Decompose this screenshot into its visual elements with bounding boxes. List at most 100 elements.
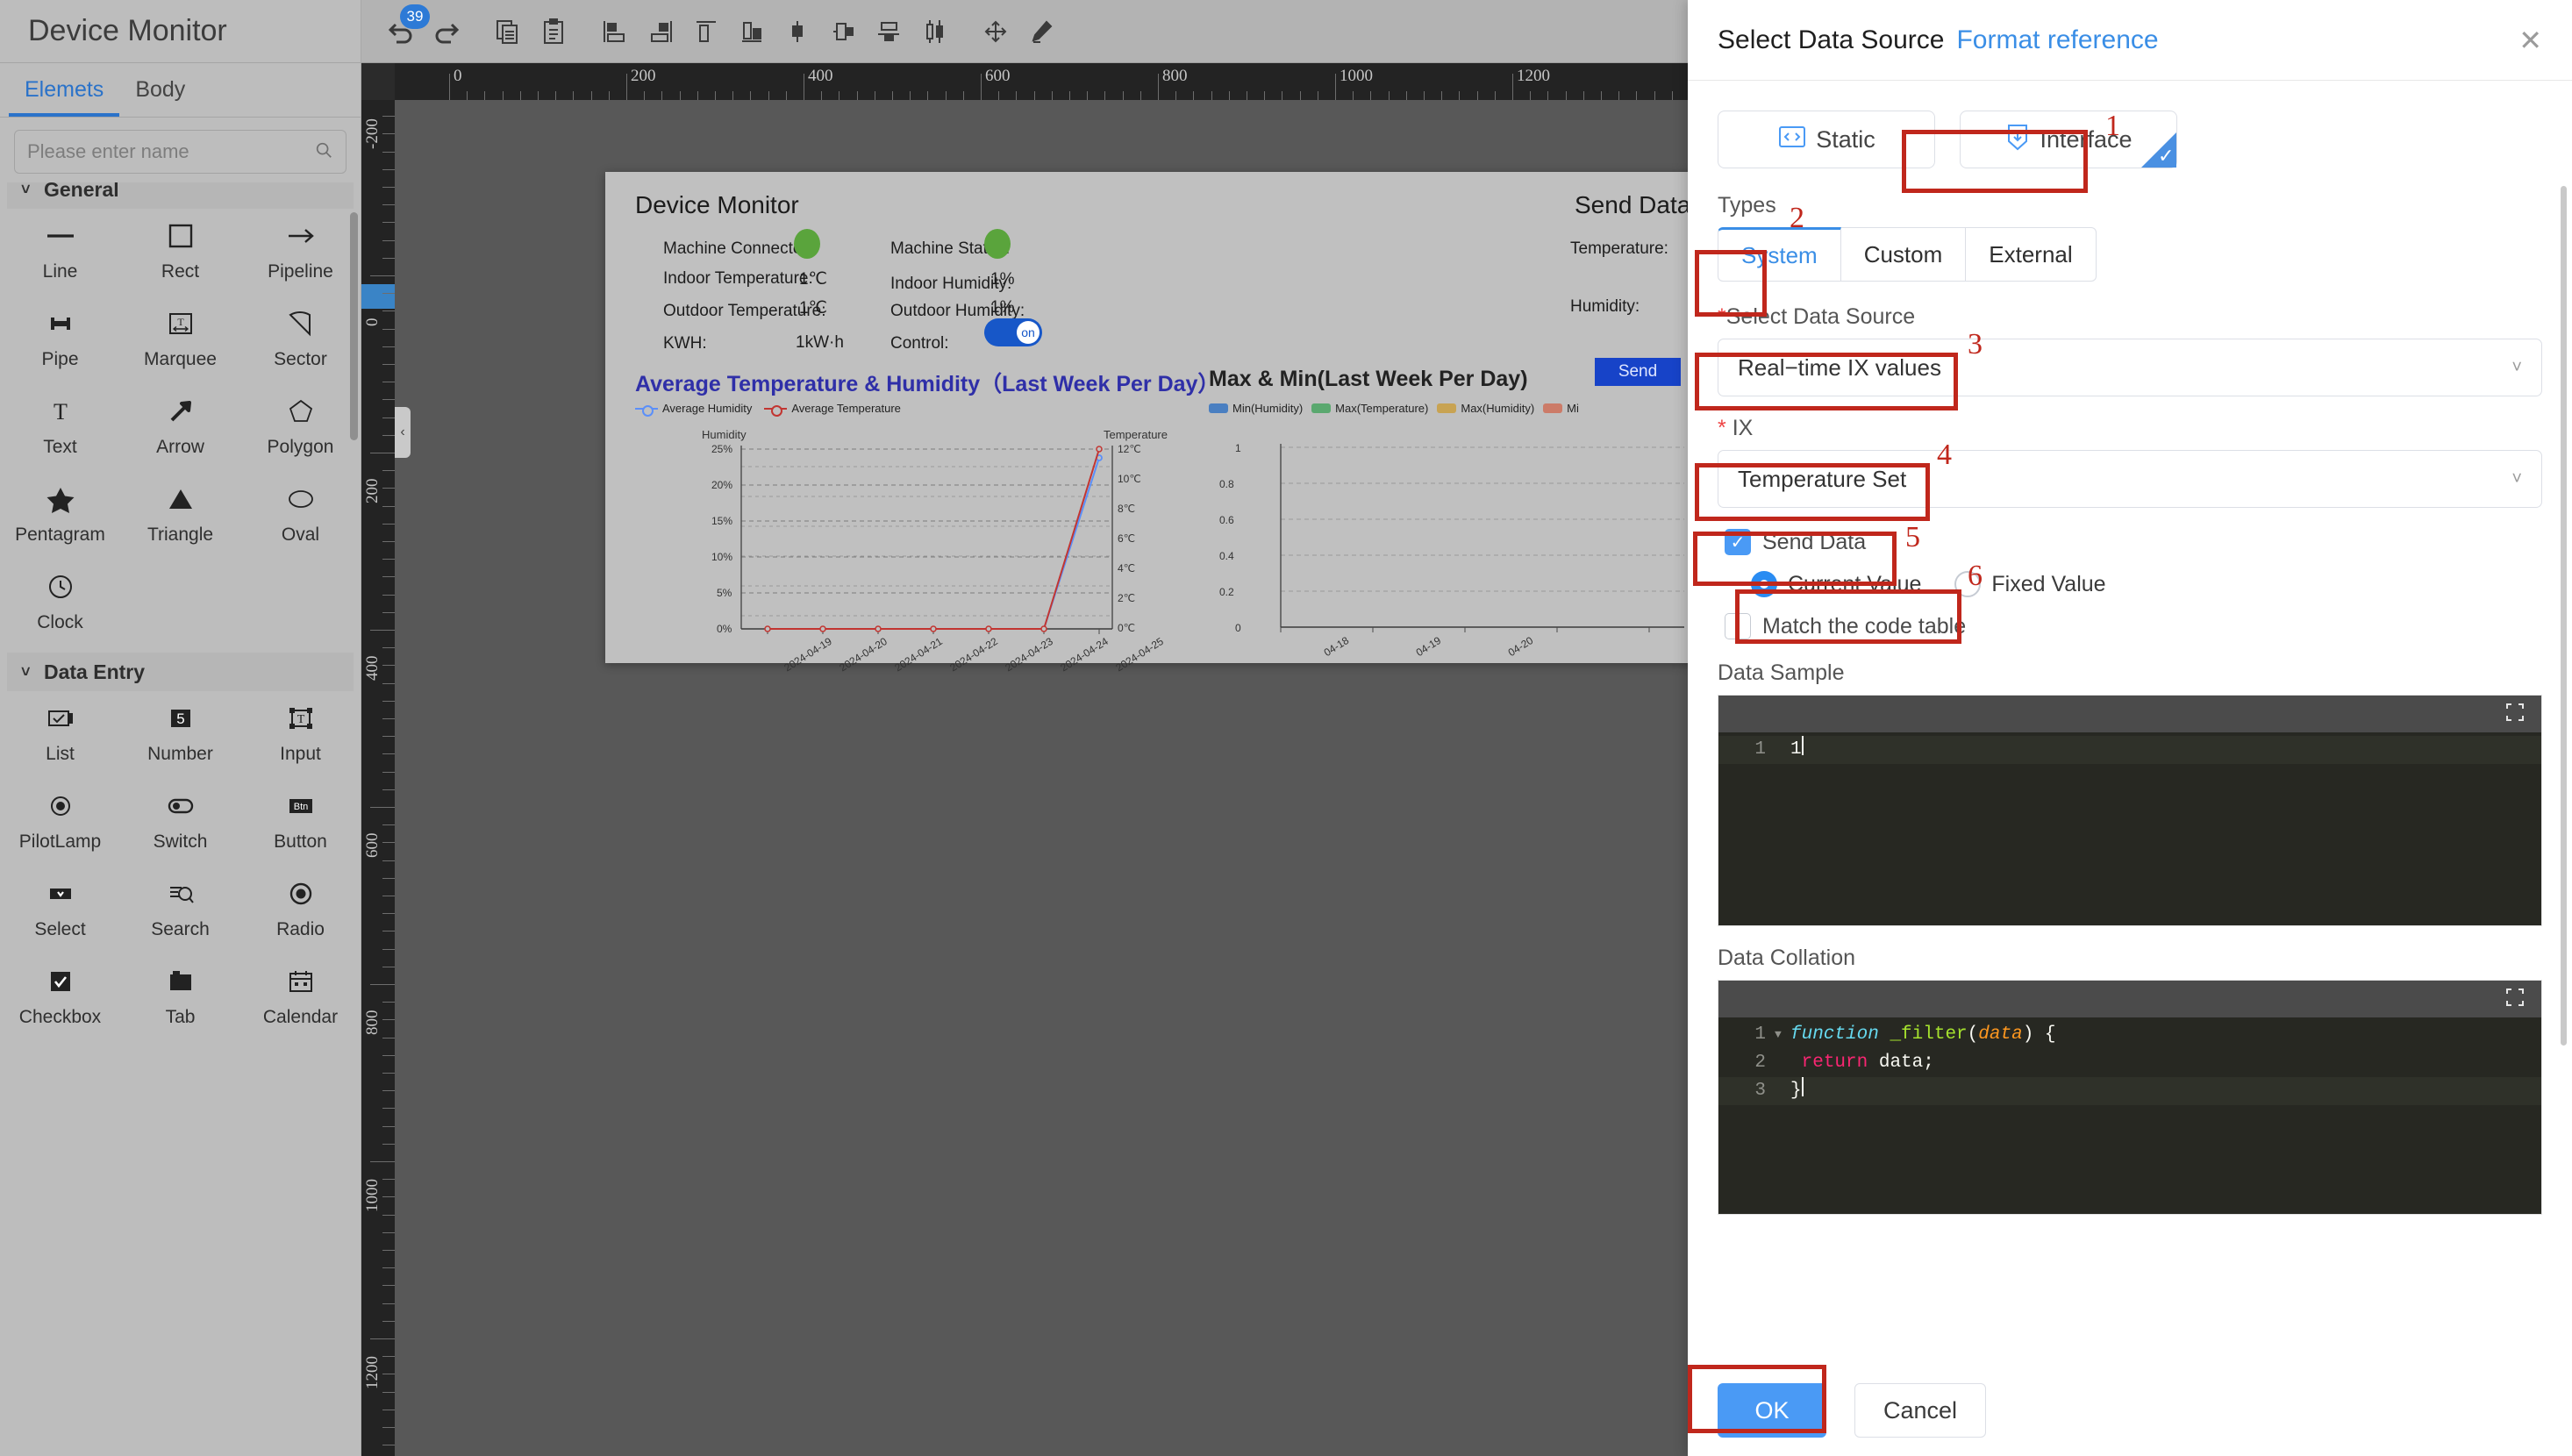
search-input[interactable] — [27, 140, 314, 163]
move-button[interactable] — [975, 11, 1016, 52]
tab-body[interactable]: Body — [119, 63, 201, 117]
expand-fullscreen-icon[interactable] — [2504, 702, 2526, 727]
legend-entry[interactable]: Min(Humidity) — [1209, 402, 1303, 415]
palette-item-tab[interactable]: Tab — [120, 954, 240, 1042]
static-source-card[interactable]: Static — [1718, 111, 1935, 168]
control-switch[interactable]: on — [984, 318, 1042, 346]
ruler-v-tick — [382, 133, 395, 135]
ruler-h-tick — [910, 91, 911, 100]
palette-item-checkbox[interactable]: Checkbox — [0, 954, 120, 1042]
align-center-horizontal-button[interactable] — [868, 11, 909, 52]
data-sample-editor[interactable]: 1 1 — [1718, 695, 2542, 926]
palette-item-oval[interactable]: Oval — [240, 472, 361, 560]
sector-icon — [282, 303, 319, 344]
match-code-table-checkbox[interactable] — [1725, 613, 1751, 639]
ruler-v-tick — [370, 1161, 395, 1162]
palette-item-radio[interactable]: Radio — [240, 867, 361, 954]
ruler-v-tick — [382, 718, 395, 719]
legend-entry[interactable]: Mi — [1543, 402, 1579, 415]
align-right-button[interactable] — [640, 11, 681, 52]
close-icon[interactable]: ✕ — [2518, 26, 2542, 54]
ruler-h-tick — [1016, 91, 1018, 100]
ix-dropdown[interactable]: Temperature Set ˅ — [1718, 450, 2542, 508]
section-header-general[interactable]: ˅ General — [7, 182, 354, 209]
ok-button[interactable]: OK — [1718, 1383, 1826, 1438]
ruler-h-tick — [679, 91, 681, 100]
align-top-button[interactable] — [686, 11, 726, 52]
palette-item-pipe[interactable]: Pipe — [0, 296, 120, 384]
palette-item-clock[interactable]: Clock — [0, 560, 120, 647]
palette-item-number[interactable]: 5 Number — [120, 691, 240, 779]
legend-entry[interactable]: Average Humidity — [635, 402, 752, 417]
palette-item-button[interactable]: Btn Button — [240, 779, 361, 867]
select-data-source-dropdown[interactable]: Real−time IX values ˅ — [1718, 339, 2542, 396]
type-system-button[interactable]: System — [1718, 227, 1841, 282]
palette-item-switch[interactable]: Switch — [120, 779, 240, 867]
search-box[interactable] — [14, 130, 347, 174]
palette-label: Button — [274, 831, 327, 852]
palette-item-sector[interactable]: Sector — [240, 296, 361, 384]
current-value-radio[interactable]: Current Value — [1751, 571, 1921, 597]
legend-entry[interactable]: Max(Humidity) — [1437, 402, 1534, 415]
data-collation-editor[interactable]: 1 ▼ function _filter(data) { 2 return da… — [1718, 980, 2542, 1215]
align-bottom-button[interactable] — [732, 11, 772, 52]
fold-arrow-icon[interactable]: ▼ — [1775, 1021, 1790, 1049]
palette-item-line[interactable]: Line — [0, 209, 120, 296]
type-custom-button[interactable]: Custom — [1840, 227, 1967, 282]
tab-elements[interactable]: Elemets — [9, 63, 120, 117]
legend-entry[interactable]: Max(Temperature) — [1311, 402, 1428, 415]
palette-item-rect[interactable]: Rect — [120, 209, 240, 296]
send-button[interactable]: Send — [1595, 358, 1681, 386]
type-external-button[interactable]: External — [1966, 227, 2097, 282]
code-line: 3 } — [1718, 1077, 2541, 1105]
panel-collapse-handle[interactable]: ‹ — [395, 407, 411, 458]
palette-label: Pipeline — [268, 261, 333, 282]
palette-item-calendar[interactable]: Calendar — [240, 954, 361, 1042]
copy-button[interactable] — [488, 11, 528, 52]
canvas-page[interactable]: Device Monitor Send Data Machine Connect… — [605, 172, 1754, 674]
ruler-v-tick — [382, 594, 395, 596]
paste-button[interactable] — [533, 11, 574, 52]
match-code-table-row[interactable]: Match the code table — [1725, 613, 2542, 639]
interface-source-card[interactable]: Interface ✓ — [1960, 111, 2177, 168]
ruler-v-tick — [382, 736, 395, 738]
palette-item-arrow[interactable]: Arrow — [120, 384, 240, 472]
ruler-h-tick — [1353, 91, 1354, 100]
pen-button[interactable] — [1021, 11, 1061, 52]
pilotlamp-icon — [42, 786, 79, 826]
data-sample-code[interactable]: 1 1 — [1718, 732, 2541, 925]
palette-scrollbar[interactable] — [350, 212, 358, 440]
palette-item-polygon[interactable]: Polygon — [240, 384, 361, 472]
send-data-checkbox-row[interactable]: ✓ Send Data — [1725, 529, 2542, 555]
legend-entry[interactable]: Average Temperature — [764, 402, 901, 417]
palette-item-marquee[interactable]: T Marquee — [120, 296, 240, 384]
dialog-scrollbar[interactable] — [2561, 186, 2567, 1046]
palette-item-triangle[interactable]: Triangle — [120, 472, 240, 560]
expand-fullscreen-icon[interactable] — [2504, 987, 2526, 1012]
field-label-kwh: KWH: — [663, 334, 707, 353]
palette-item-select[interactable]: Select — [0, 867, 120, 954]
select-data-source-label: *Select Data Source — [1718, 304, 2542, 330]
send-data-checkbox[interactable]: ✓ — [1725, 529, 1751, 555]
distribute-horizontal-button[interactable] — [823, 11, 863, 52]
palette-item-list[interactable]: List — [0, 691, 120, 779]
line-number: 2 — [1754, 1053, 1766, 1073]
align-left-button[interactable] — [595, 11, 635, 52]
palette-item-pentagram[interactable]: Pentagram — [0, 472, 120, 560]
fixed-value-radio[interactable]: Fixed Value — [1954, 571, 2106, 597]
redo-button[interactable] — [426, 11, 467, 52]
chart-1-ytick: 20% — [711, 479, 733, 491]
undo-button[interactable]: 39 — [381, 4, 430, 52]
align-center-vertical-button[interactable] — [777, 11, 818, 52]
distribute-vertical-button[interactable] — [914, 11, 954, 52]
palette-scroll[interactable]: ˅ General Line Rect Pipeline Pipe T Marq… — [0, 182, 361, 1456]
data-collation-code[interactable]: 1 ▼ function _filter(data) { 2 return da… — [1718, 1017, 2541, 1214]
format-reference-link[interactable]: Format reference — [1956, 25, 2158, 55]
palette-item-search[interactable]: Search — [120, 867, 240, 954]
palette-item-pipeline[interactable]: Pipeline — [240, 209, 361, 296]
palette-item-text[interactable]: T Text — [0, 384, 120, 472]
section-header-data-entry[interactable]: ˅ Data Entry — [7, 653, 354, 691]
palette-item-pilotlamp[interactable]: PilotLamp — [0, 779, 120, 867]
palette-item-input[interactable]: T Input — [240, 691, 361, 779]
cancel-button[interactable]: Cancel — [1854, 1383, 1986, 1438]
